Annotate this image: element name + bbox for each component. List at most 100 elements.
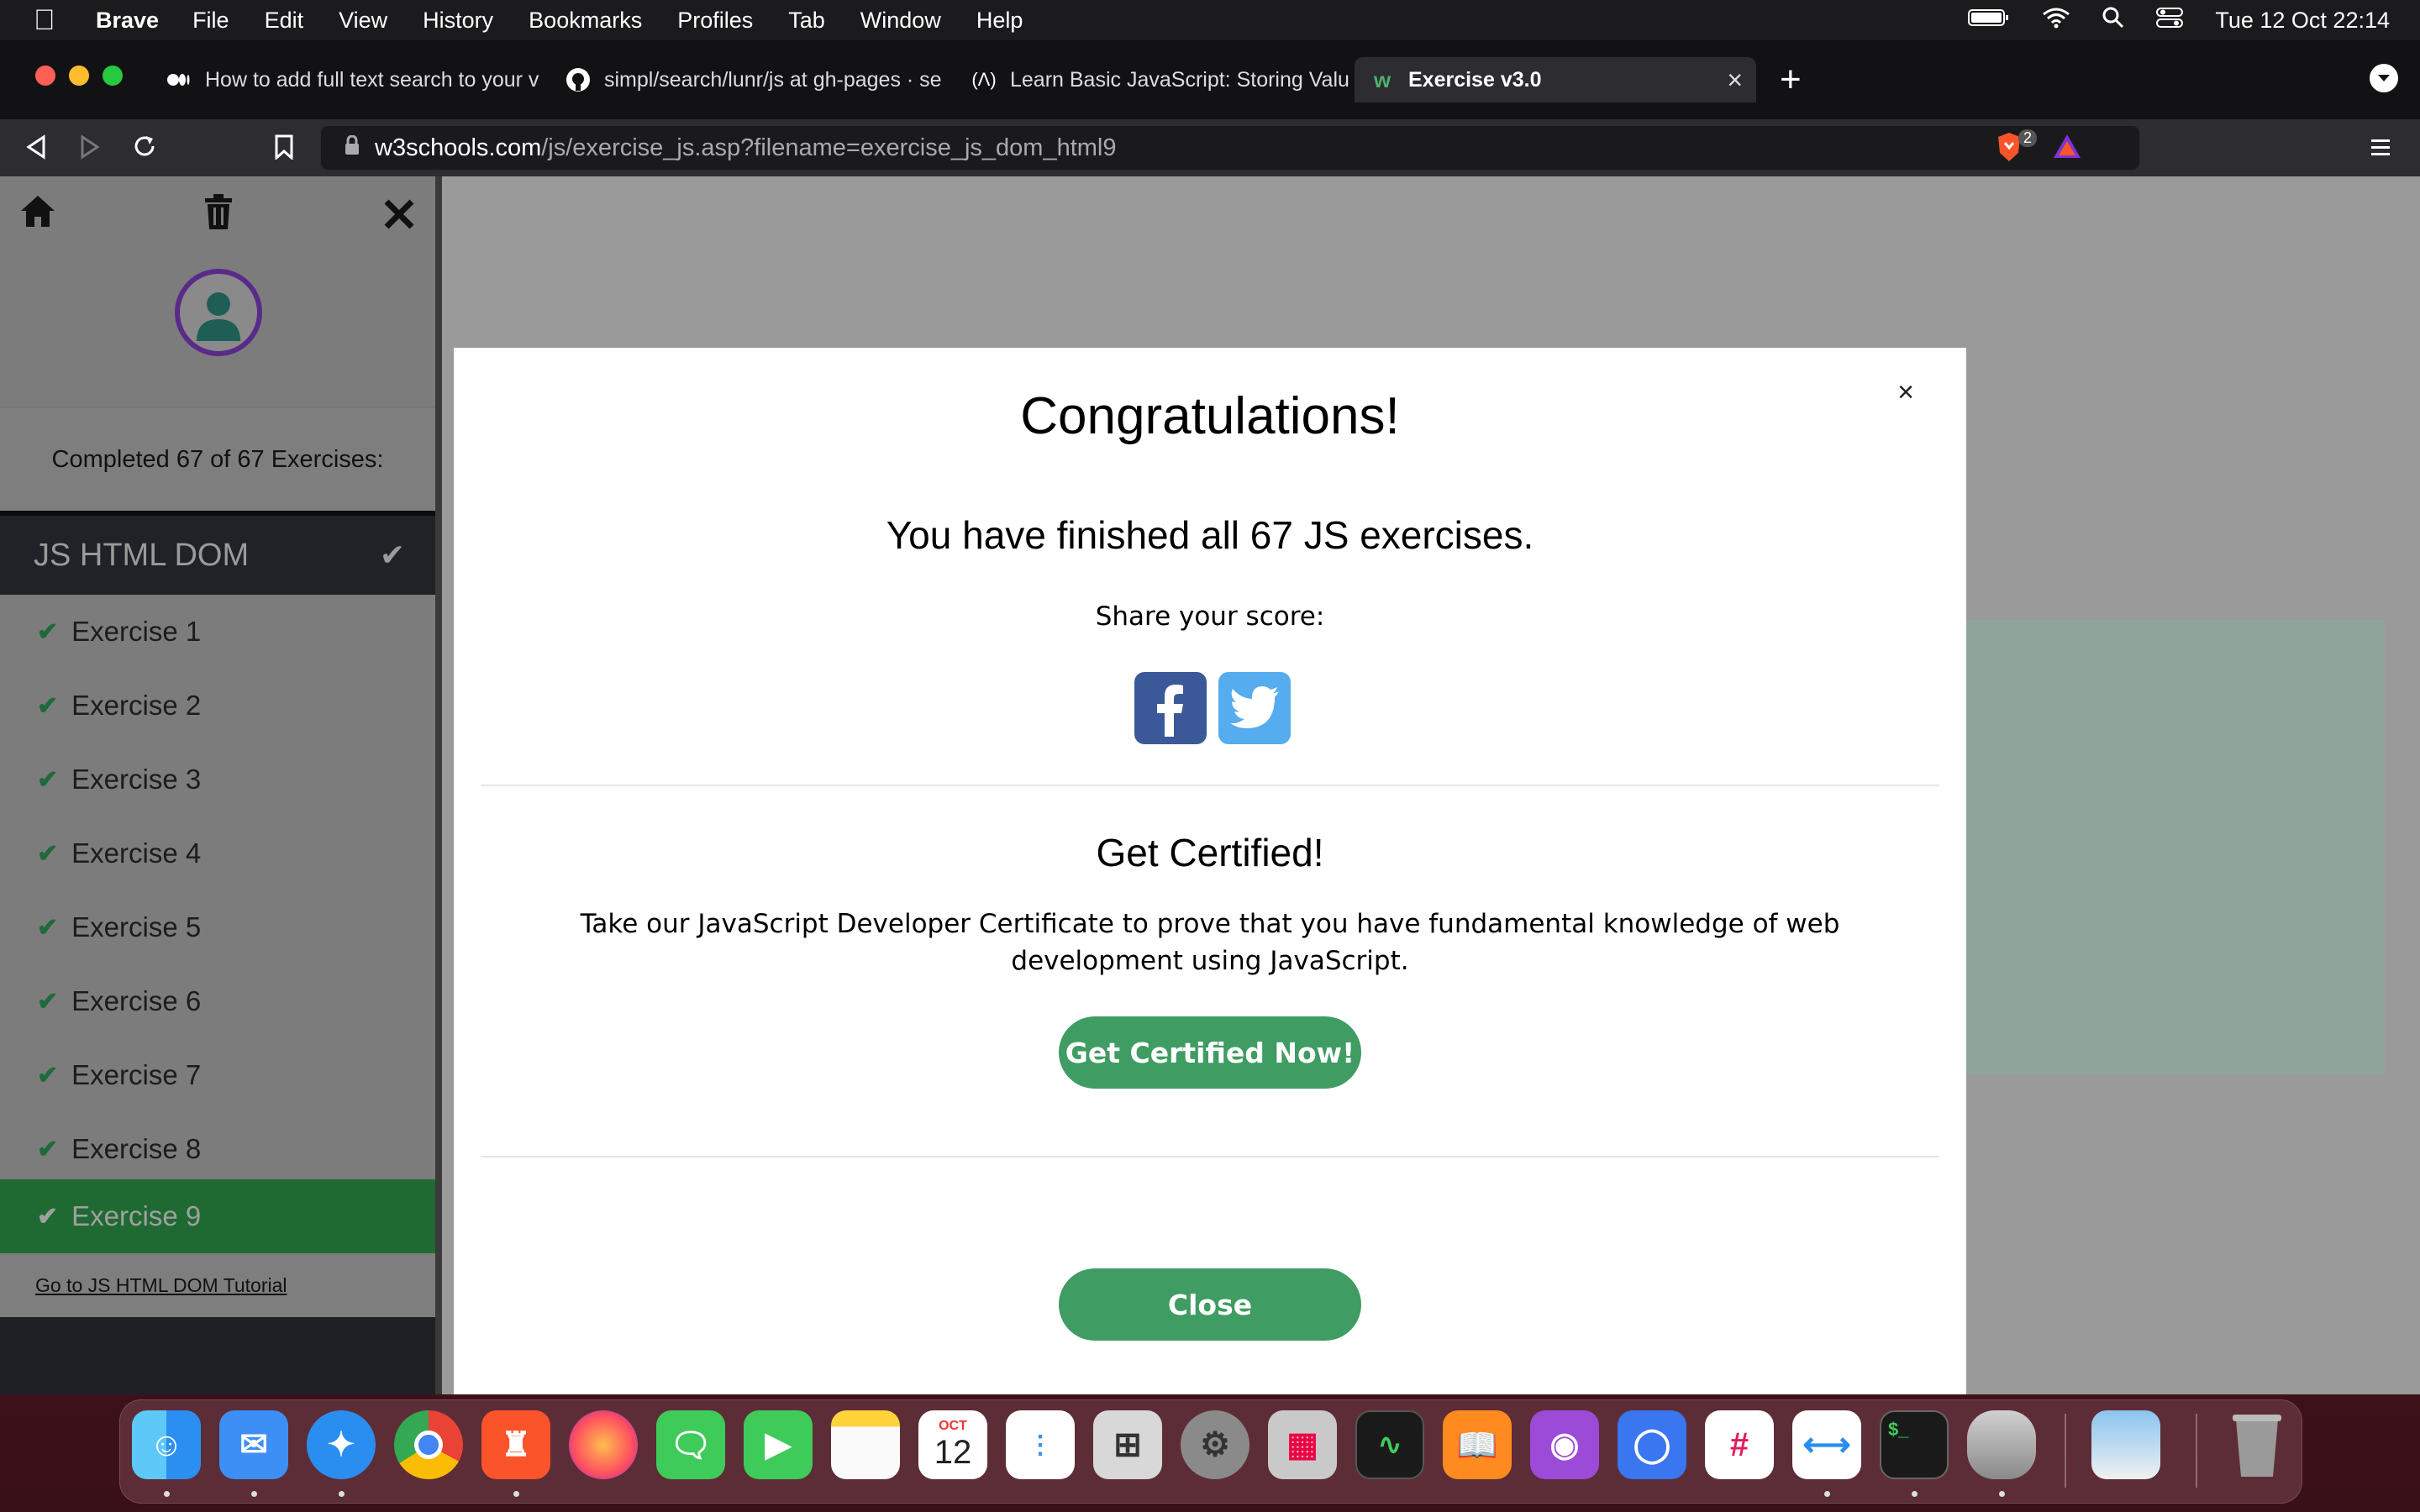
exercise-label: Exercise 5 <box>71 911 202 942</box>
twitter-share-icon[interactable] <box>1218 672 1291 744</box>
tutorial-link[interactable]: Go to JS HTML DOM Tutorial <box>0 1253 435 1317</box>
address-bar[interactable]: w3schools.com /js/exercise_js.asp?filena… <box>321 126 2139 170</box>
messages-icon[interactable]: 🗨 <box>656 1410 725 1479</box>
apple-icon[interactable]:  <box>34 4 67 37</box>
books-icon[interactable]: 📖 <box>1443 1410 1512 1479</box>
running-indicator <box>1824 1491 1830 1497</box>
modal-title: Congratulations! <box>1020 387 1400 445</box>
safari-icon[interactable]: ✦ <box>307 1410 376 1479</box>
tab-title: How to add full text search to your v <box>205 67 539 92</box>
tab-freecodecamp[interactable]: (Λ) Learn Basic JavaScript: Storing Valu <box>956 57 1351 102</box>
menu-edit[interactable]: Edit <box>265 8 304 34</box>
tab-medium[interactable]: How to add full text search to your v <box>151 57 546 102</box>
web-page: Completed 67 of 67 Exercises: JS HTML DO… <box>0 176 2420 1394</box>
close-window-button[interactable] <box>35 66 55 86</box>
menu-bar:  Brave File Edit View History Bookmarks… <box>0 0 2420 40</box>
close-sidebar-icon[interactable] <box>383 198 415 239</box>
mail-icon[interactable]: ✉ <box>219 1410 288 1479</box>
exercise-label: Exercise 1 <box>71 616 202 647</box>
brave-icon[interactable]: ♜ <box>481 1410 550 1479</box>
facebook-share-icon[interactable] <box>1134 672 1207 744</box>
exercise-item-8[interactable]: ✔ Exercise 8 <box>0 1112 435 1186</box>
preview-icon[interactable] <box>2091 1410 2160 1479</box>
finder-icon[interactable]: ☺ <box>132 1410 201 1479</box>
section-header-js-html-dom[interactable]: JS HTML DOM ✔ <box>0 511 435 595</box>
checkmark-icon: ✔ <box>37 765 59 794</box>
menu-history[interactable]: History <box>423 8 493 34</box>
firefox-icon[interactable] <box>569 1410 638 1479</box>
close-tab-icon[interactable]: × <box>1727 65 1743 96</box>
exercise-item-6[interactable]: ✔ Exercise 6 <box>0 964 435 1038</box>
reminders-icon[interactable]: ⋮ <box>1006 1410 1075 1479</box>
system-preferences-icon[interactable]: ⚙ <box>1181 1410 1249 1479</box>
clock[interactable]: Tue 12 Oct 22:14 <box>2215 8 2390 34</box>
menu-tab[interactable]: Tab <box>788 8 825 34</box>
wifi-icon[interactable] <box>2042 7 2070 34</box>
browser-menu-icon[interactable] <box>2371 138 2390 162</box>
menu-bookmarks[interactable]: Bookmarks <box>529 8 642 34</box>
tab-search-dropdown-icon[interactable] <box>2370 64 2398 92</box>
url-host: w3schools.com <box>375 134 542 161</box>
exercise-item-9-active[interactable]: ✔ Exercise 9 <box>0 1179 435 1253</box>
spotlight-search-icon[interactable] <box>2102 7 2124 34</box>
zoom-window-button[interactable] <box>103 66 123 86</box>
tab-w3schools-exercise[interactable]: w Exercise v3.0 × <box>1355 57 1756 102</box>
shields-count-badge: 2 <box>2018 129 2038 147</box>
tab-title: Exercise v3.0 <box>1408 67 1542 92</box>
exercise-label: Exercise 9 <box>71 1200 202 1231</box>
new-tab-icon[interactable]: + <box>1780 59 1802 101</box>
podcasts-icon[interactable]: ◉ <box>1530 1410 1599 1479</box>
launchpad-icon[interactable]: ▦ <box>1268 1410 1337 1479</box>
vscode-icon[interactable]: ⟷ <box>1792 1410 1861 1479</box>
minimize-window-button[interactable] <box>69 66 89 86</box>
get-certified-button[interactable]: Get Certified Now! <box>1059 1016 1361 1089</box>
menu-help[interactable]: Help <box>976 8 1023 34</box>
lock-icon[interactable] <box>345 134 360 162</box>
brave-rewards-icon[interactable] <box>2052 133 2082 164</box>
slack-icon[interactable]: # <box>1705 1410 1774 1479</box>
signal-icon[interactable]: ◯ <box>1618 1410 1686 1479</box>
bookmark-icon[interactable] <box>274 134 294 164</box>
terminal-icon[interactable]: $_ <box>1880 1410 1949 1479</box>
menu-view[interactable]: View <box>339 8 387 34</box>
menu-file[interactable]: File <box>192 8 229 34</box>
home-icon[interactable] <box>18 193 57 237</box>
notes-icon[interactable] <box>831 1410 900 1479</box>
running-indicator <box>1912 1491 1918 1497</box>
exercise-item-2[interactable]: ✔ Exercise 2 <box>0 669 435 743</box>
running-indicator <box>1999 1491 2005 1497</box>
calculator-icon[interactable]: ⊞ <box>1093 1410 1162 1479</box>
close-button[interactable]: Close <box>1059 1268 1361 1341</box>
tab-title: simpl/search/lunr/js at gh-pages · se <box>604 67 942 92</box>
menu-profiles[interactable]: Profiles <box>677 8 753 34</box>
exercise-label: Exercise 4 <box>71 837 202 869</box>
battery-icon[interactable] <box>1968 8 2010 34</box>
control-center-icon[interactable] <box>2156 7 2184 34</box>
exercise-item-3[interactable]: ✔ Exercise 3 <box>0 743 435 816</box>
dock: ☺ ✉ ✦ ♜ 🗨 ▶ OCT 12 ⋮ ⊞ ⚙ ▦ ∿ 📖 ◉ ◯ # ⟷ $… <box>119 1399 2302 1504</box>
browser-window: How to add full text search to your v si… <box>0 40 2420 1394</box>
menu-window[interactable]: Window <box>860 8 941 34</box>
dock-separator <box>2196 1414 2197 1488</box>
trash-icon[interactable] <box>202 193 235 239</box>
tab-bar: How to add full text search to your v si… <box>0 40 2420 119</box>
exercise-item-7[interactable]: ✔ Exercise 7 <box>0 1038 435 1112</box>
trash-icon[interactable] <box>2223 1410 2291 1479</box>
forward-icon[interactable] <box>79 134 101 164</box>
facetime-icon[interactable]: ▶ <box>744 1410 813 1479</box>
app-menu-brave[interactable]: Brave <box>96 8 159 34</box>
avatar[interactable] <box>175 269 262 356</box>
finished-message: You have finished all 67 JS exercises. <box>886 513 1534 557</box>
running-indicator <box>513 1491 519 1497</box>
exercise-item-1[interactable]: ✔ Exercise 1 <box>0 595 435 669</box>
activity-monitor-icon[interactable]: ∿ <box>1355 1410 1424 1479</box>
exercise-item-4[interactable]: ✔ Exercise 4 <box>0 816 435 890</box>
reload-icon[interactable] <box>131 133 158 164</box>
calendar-icon[interactable]: OCT 12 <box>918 1410 987 1479</box>
back-icon[interactable] <box>25 134 47 164</box>
exercise-item-5[interactable]: ✔ Exercise 5 <box>0 890 435 964</box>
checkmark-icon: ✔ <box>37 617 59 646</box>
database-icon[interactable] <box>1967 1410 2036 1479</box>
tab-github[interactable]: simpl/search/lunr/js at gh-pages · se <box>550 57 952 102</box>
chrome-icon[interactable] <box>394 1410 463 1479</box>
